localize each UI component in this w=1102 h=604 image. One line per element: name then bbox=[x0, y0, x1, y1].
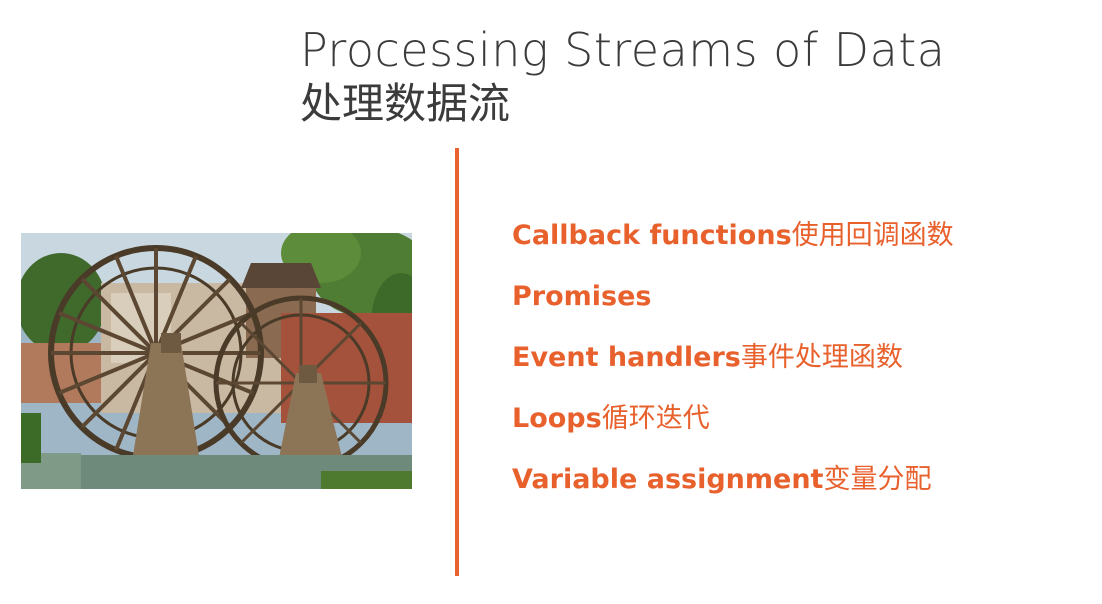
bullet-item: Promises bbox=[512, 275, 1082, 336]
bullet-item: Loops循环迭代 bbox=[512, 397, 1082, 458]
bullet-text-en: Callback functions bbox=[512, 220, 792, 251]
bullet-text-en: Promises bbox=[512, 281, 652, 312]
slide-title-english: Processing Streams of Data bbox=[300, 23, 946, 77]
vertical-divider bbox=[455, 148, 459, 576]
bullet-text-en: Loops bbox=[512, 403, 602, 434]
water-wheel-photo bbox=[21, 233, 412, 489]
slide: Processing Streams of Data 处理数据流 Callbac… bbox=[0, 0, 1102, 604]
bullet-text-cn: 循环迭代 bbox=[601, 403, 710, 434]
bullet-text-cn: 使用回调函数 bbox=[791, 220, 954, 251]
bullet-text-cn: 变量分配 bbox=[823, 464, 932, 495]
slide-title-chinese: 处理数据流 bbox=[300, 79, 511, 128]
bullet-text-en: Variable assignment bbox=[512, 464, 824, 495]
bullet-text-en: Event handlers bbox=[512, 342, 741, 373]
bullet-item: Callback functions使用回调函数 bbox=[512, 214, 1082, 275]
bullet-text-cn: 事件处理函数 bbox=[740, 342, 903, 373]
title-block: Processing Streams of Data 处理数据流 bbox=[300, 22, 1060, 130]
bullet-item: Variable assignment变量分配 bbox=[512, 458, 1082, 519]
bullet-list: Callback functions使用回调函数 Promises Event … bbox=[512, 214, 1082, 519]
bullet-item: Event handlers事件处理函数 bbox=[512, 336, 1082, 397]
